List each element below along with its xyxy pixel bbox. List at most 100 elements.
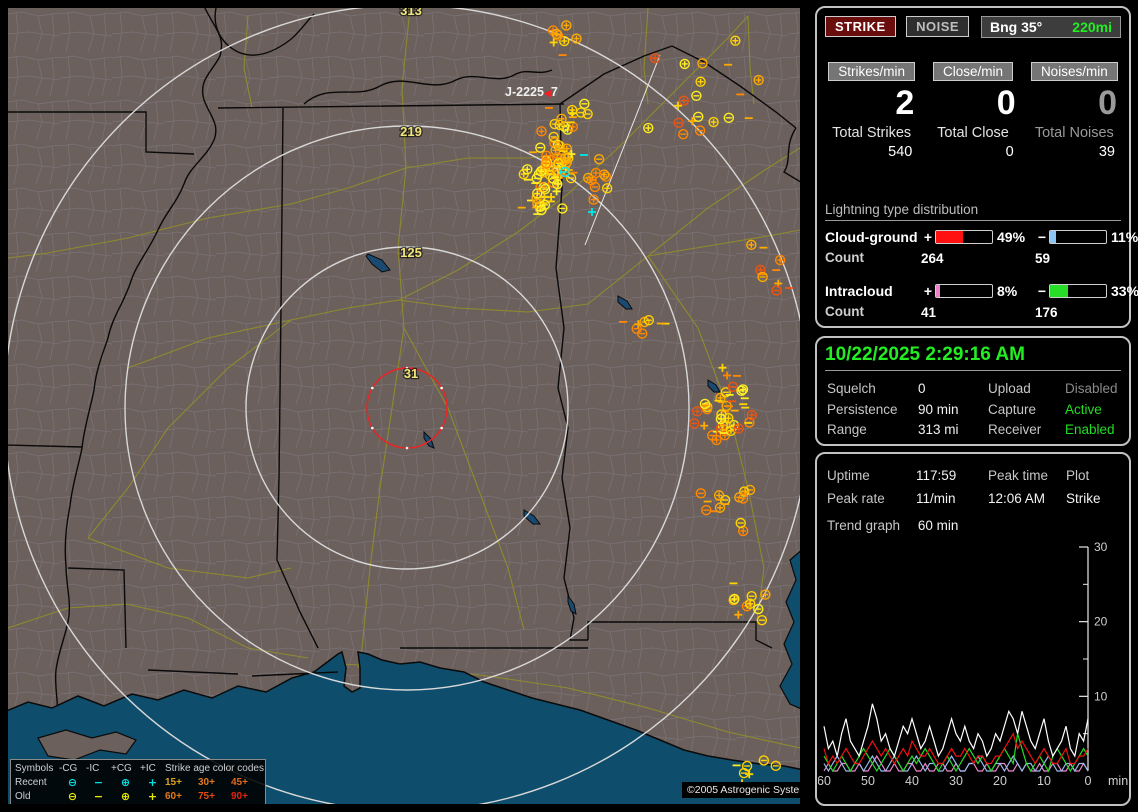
plot-label: Plot: [1066, 464, 1121, 487]
uptime-label: Uptime: [827, 464, 916, 487]
upload-status: Disabled: [1065, 379, 1121, 400]
legend-strike-symbol: +: [140, 790, 165, 804]
legend-row-label: Old: [15, 790, 59, 804]
cg-neg-count: 59: [1035, 251, 1107, 266]
svg-text:40: 40: [905, 774, 919, 787]
ic-pos-bar: [935, 284, 993, 298]
svg-text:20: 20: [1094, 615, 1108, 629]
range-value: 313 mi: [918, 420, 988, 441]
bearing-display: Bng 35° 220mi: [981, 16, 1121, 38]
lightning-distribution: Lightning type distribution Cloud-ground…: [825, 202, 1121, 323]
total-strikes-label: Total Strikes: [821, 125, 922, 141]
lightning-map[interactable]: 313 219 125 31 J-2225◀7 Symbols -CG -IC +CG…: [8, 8, 800, 804]
legend-col-cg-pos: +CG: [111, 762, 140, 776]
ic-neg-bar: [1049, 284, 1107, 298]
legend-col-cg-neg: -CG: [59, 762, 86, 776]
svg-text:31: 31: [404, 366, 418, 381]
svg-text:20: 20: [993, 774, 1007, 787]
bearing-label: Bng 35°: [990, 19, 1042, 35]
legend-col-ic-neg: -IC: [86, 762, 111, 776]
legend-col-ic-pos: +IC: [140, 762, 165, 776]
receiver-label: Receiver: [988, 420, 1065, 441]
upload-label: Upload: [988, 379, 1065, 400]
legend-strike-symbol: ⊕: [111, 776, 140, 790]
legend-age-code: 30+: [198, 776, 231, 790]
strikes-per-min-column: Strikes/min 2 Total Strikes 540: [821, 62, 922, 160]
svg-text:min: min: [1108, 774, 1128, 787]
strike-counter-panel: STRIKE NOISE Bng 35° 220mi Strikes/min 2…: [815, 6, 1131, 328]
close-per-min-value: 0: [922, 81, 1023, 125]
legend-strike-symbol: ⊖: [59, 790, 86, 804]
persistence-label: Persistence: [827, 400, 918, 421]
svg-text:50: 50: [861, 774, 875, 787]
legend-recent-row: Recent⊖−⊕+15+30+45+: [15, 776, 261, 790]
legend-age-code: 45+: [231, 776, 264, 790]
svg-text:30: 30: [1094, 540, 1108, 554]
total-close-value: 0: [922, 144, 1023, 160]
symbol-legend: Symbols -CG -IC +CG +IC Strike age color…: [10, 759, 266, 804]
svg-text:60: 60: [818, 774, 831, 787]
intracloud-label: Intracloud: [825, 283, 921, 299]
range-label: Range: [827, 420, 918, 441]
legend-age-title: Strike age color codes: [165, 762, 264, 776]
ic-count-label: Count: [825, 301, 921, 323]
trend-panel: Uptime 117:59 Peak time Plot Peak rate 1…: [815, 452, 1131, 806]
legend-strike-symbol: ⊖: [59, 776, 86, 790]
svg-text:313: 313: [400, 8, 422, 18]
cg-neg-bar: [1049, 230, 1107, 244]
ic-pos-pct: 8%: [993, 283, 1035, 299]
total-noises-label: Total Noises: [1024, 125, 1125, 141]
svg-text:0: 0: [1085, 774, 1092, 787]
strikes-per-min-button[interactable]: Strikes/min: [828, 62, 915, 81]
plus-sign: +: [921, 283, 935, 299]
noises-per-min-value: 0: [1024, 81, 1125, 125]
map-canvas: 313 219 125 31 J-2225◀7: [8, 8, 800, 804]
peak-time-value: 12:06 AM: [988, 487, 1066, 510]
peak-rate-label: Peak rate: [827, 487, 916, 510]
persistence-value: 90 min: [918, 400, 988, 421]
cg-neg-pct: 11%: [1107, 229, 1138, 245]
minus-sign: −: [1035, 229, 1049, 245]
strike-button[interactable]: STRIKE: [825, 16, 896, 37]
close-per-min-column: Close/min 0 Total Close 0: [922, 62, 1023, 160]
ic-pos-count: 41: [921, 305, 993, 320]
strikes-per-min-value: 2: [821, 81, 922, 125]
ic-neg-pct: 33%: [1107, 283, 1138, 299]
cloud-ground-label: Cloud-ground: [825, 229, 921, 245]
legend-strike-symbol: −: [86, 776, 111, 790]
legend-age-code: 15+: [165, 776, 198, 790]
cg-pos-pct: 49%: [993, 229, 1035, 245]
peak-time-label: Peak time: [988, 464, 1066, 487]
legend-age-code: 90+: [231, 790, 264, 804]
close-per-min-button[interactable]: Close/min: [933, 62, 1013, 81]
capture-label: Capture: [988, 400, 1065, 421]
peak-rate-value: 11/min: [916, 487, 988, 510]
cg-count-label: Count: [825, 247, 921, 269]
cg-pos-bar: [935, 230, 993, 244]
squelch-value: 0: [918, 379, 988, 400]
status-panel: 10/22/2025 2:29:16 AM Squelch 0 Upload D…: [815, 336, 1131, 446]
svg-text:125: 125: [400, 245, 422, 260]
legend-row-label: Recent: [15, 776, 59, 790]
squelch-label: Squelch: [827, 379, 918, 400]
receiver-status: Enabled: [1065, 420, 1121, 441]
svg-text:10: 10: [1094, 689, 1108, 703]
noise-button[interactable]: NOISE: [906, 16, 969, 37]
svg-text:219: 219: [400, 124, 422, 139]
capture-status: Active: [1065, 400, 1121, 421]
datetime-display: 10/22/2025 2:29:16 AM: [825, 344, 1121, 371]
trend-chart: 1020306050403020100min: [818, 539, 1130, 787]
uptime-value: 117:59: [916, 464, 988, 487]
legend-age-code: 75+: [198, 790, 231, 804]
total-close-label: Total Close: [922, 125, 1023, 141]
trend-graph-label: Trend graph: [827, 518, 900, 533]
storm-cell-label: J-2225◀7: [505, 85, 558, 99]
legend-title: Symbols: [15, 762, 59, 776]
legend-age-code: 60+: [165, 790, 198, 804]
distribution-title: Lightning type distribution: [825, 202, 1121, 221]
trend-graph-window: 60 min: [918, 518, 959, 533]
plus-sign: +: [921, 229, 935, 245]
ic-neg-count: 176: [1035, 305, 1107, 320]
legend-old-row: Old⊖−⊕+60+75+90+: [15, 790, 261, 804]
noises-per-min-button[interactable]: Noises/min: [1031, 62, 1118, 81]
